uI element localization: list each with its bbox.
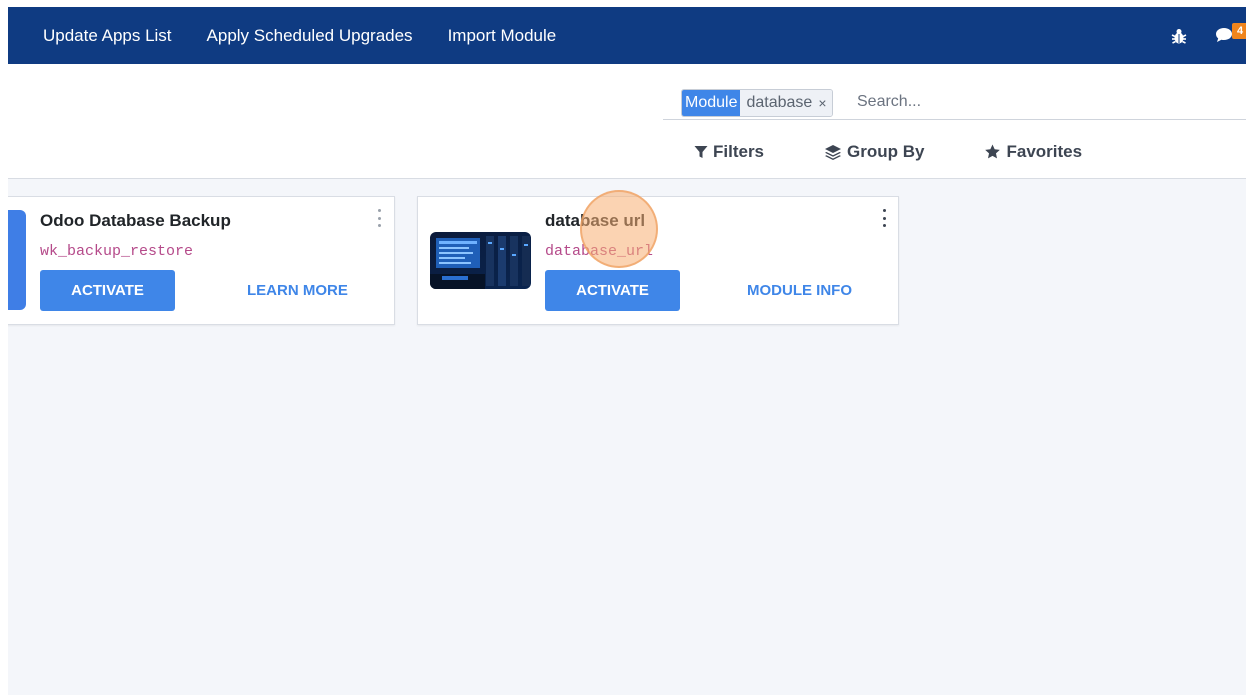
facet-value: database — [746, 94, 813, 111]
activate-button[interactable]: ACTIVATE — [545, 270, 680, 311]
facet-label: Module — [682, 90, 741, 116]
control-panel: Module database × Filters — [8, 64, 1246, 179]
bug-icon[interactable] — [1170, 27, 1188, 45]
module-card[interactable]: database url database_url ACTIVATE MODUL… — [417, 196, 899, 325]
search-options: Filters Group By Favorites — [694, 142, 1082, 162]
facet-value-box: database × — [740, 90, 832, 116]
search-input[interactable] — [857, 89, 1237, 115]
group-by-label: Group By — [847, 142, 925, 161]
nav-systray: 4 — [1170, 7, 1246, 64]
top-navbar: Update Apps List Apply Scheduled Upgrade… — [8, 7, 1246, 64]
nav-apply-scheduled-upgrades[interactable]: Apply Scheduled Upgrades — [207, 26, 413, 46]
activate-button[interactable]: ACTIVATE — [40, 270, 175, 311]
filters-label: Filters — [713, 142, 765, 161]
app-window: Update Apps List Apply Scheduled Upgrade… — [8, 7, 1246, 695]
group-by-button[interactable]: Group By — [824, 142, 924, 162]
nav-update-apps-list[interactable]: Update Apps List — [43, 26, 172, 46]
kebab-menu-icon[interactable] — [374, 209, 384, 227]
module-info-link[interactable]: MODULE INFO — [747, 282, 852, 299]
layers-icon — [825, 145, 842, 160]
facet-remove-icon[interactable]: × — [818, 90, 826, 116]
module-thumbnail — [430, 232, 531, 289]
chat-badge: 4 — [1232, 22, 1246, 39]
kebab-menu-icon[interactable] — [879, 209, 889, 227]
filter-icon — [694, 146, 708, 158]
module-technical-name: wk_backup_restore — [40, 243, 194, 260]
chat-button[interactable]: 4 — [1214, 21, 1246, 51]
module-card[interactable]: Odoo Database Backup wk_backup_restore A… — [8, 196, 395, 325]
search-bar: Module database × — [663, 81, 1246, 120]
star-icon — [985, 144, 1001, 159]
module-title: Odoo Database Backup — [40, 211, 231, 230]
favorites-button[interactable]: Favorites — [984, 142, 1082, 162]
favorites-label: Favorites — [1006, 142, 1083, 161]
module-icon — [8, 210, 26, 310]
module-title: database url — [545, 211, 646, 230]
nav-import-module[interactable]: Import Module — [448, 26, 557, 46]
learn-more-link[interactable]: LEARN MORE — [247, 282, 348, 299]
search-facet: Module database × — [681, 89, 833, 117]
module-technical-name: database_url — [545, 243, 654, 260]
nav-menu: Update Apps List Apply Scheduled Upgrade… — [43, 7, 591, 64]
filters-button[interactable]: Filters — [694, 142, 764, 162]
